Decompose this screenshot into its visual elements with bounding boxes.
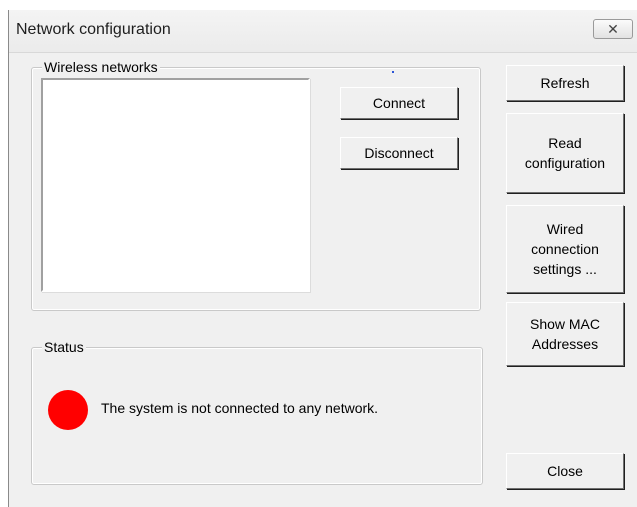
title-bar: Network configuration ✕: [9, 10, 637, 53]
close-button[interactable]: Close: [506, 453, 624, 489]
show-mac-addresses-button[interactable]: Show MAC Addresses: [506, 302, 624, 366]
wireless-networks-list[interactable]: [41, 78, 310, 292]
refresh-button[interactable]: Refresh: [506, 65, 624, 101]
status-indicator: [48, 390, 88, 430]
window-title: Network configuration: [16, 21, 171, 38]
disconnect-button[interactable]: Disconnect: [340, 137, 458, 169]
wired-connection-settings-button[interactable]: Wired connection settings ...: [506, 205, 624, 293]
status-group: Status: [31, 338, 483, 485]
connect-button[interactable]: Connect: [340, 87, 458, 119]
wireless-networks-label: Wireless networks: [42, 58, 160, 76]
status-message: The system is not connected to any netwo…: [101, 400, 379, 416]
focus-dot: [392, 71, 394, 73]
status-label: Status: [42, 338, 86, 356]
close-window-button[interactable]: ✕: [593, 19, 633, 39]
read-configuration-button[interactable]: Read configuration: [506, 113, 624, 193]
close-icon: ✕: [607, 20, 619, 37]
